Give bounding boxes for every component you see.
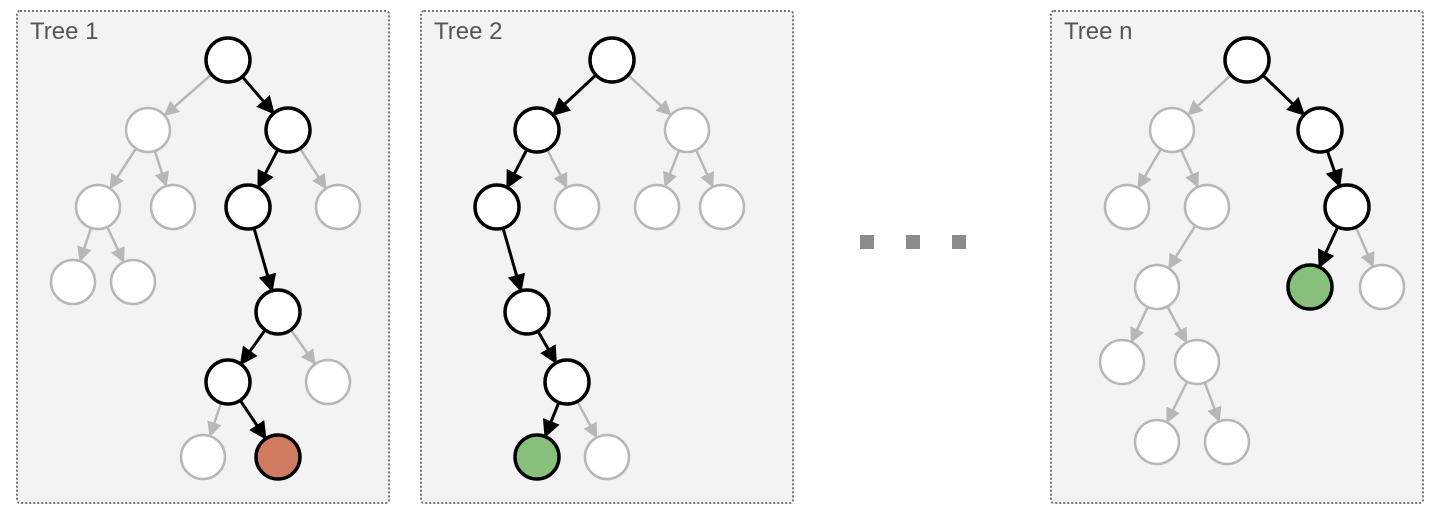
tree-node <box>1150 108 1194 152</box>
tree-node <box>151 185 195 229</box>
ellipsis-dots <box>860 235 966 249</box>
tree-node-active <box>545 360 589 404</box>
tree-node <box>306 360 350 404</box>
tree-edge <box>628 75 669 114</box>
tree-node <box>1185 185 1229 229</box>
tree-edge <box>1320 227 1338 265</box>
tree-node-active <box>1298 108 1342 152</box>
tree-node-leaf-green <box>1288 265 1332 309</box>
tree-node <box>1105 185 1149 229</box>
tree-edge <box>1181 150 1197 185</box>
tree-node-active <box>256 290 300 334</box>
tree-edge <box>1132 307 1148 340</box>
tree-panel-n: Tree n <box>1050 10 1424 504</box>
tree-node-active <box>206 38 250 82</box>
tree-node <box>665 108 709 152</box>
tree-edge <box>577 401 595 435</box>
tree-node <box>181 435 225 479</box>
tree-edge <box>666 150 679 184</box>
tree-panel-2: Tree 2 <box>420 10 794 504</box>
tree-edge <box>1327 151 1339 185</box>
ellipsis-dot-icon <box>906 235 920 249</box>
tree-node <box>1135 265 1179 309</box>
tree-node <box>1205 420 1249 464</box>
tree-node <box>1175 340 1219 384</box>
tree-panel-1: Tree 1 <box>16 10 390 504</box>
tree-node <box>111 260 155 304</box>
tree-node <box>700 185 744 229</box>
tree-node <box>635 185 679 229</box>
tree-edge <box>211 403 221 434</box>
tree-edge <box>1356 227 1373 265</box>
tree-edge <box>503 228 520 289</box>
tree-node-leaf-green <box>515 435 559 479</box>
tree-node-active <box>226 185 270 229</box>
tree-edge <box>1139 149 1161 186</box>
tree-node <box>76 185 120 229</box>
tree-edge <box>1205 383 1219 420</box>
tree-edge <box>291 330 314 363</box>
tree-edge <box>155 151 166 184</box>
ellipsis-dot-icon <box>860 235 874 249</box>
tree-node-active <box>515 108 559 152</box>
tree-node <box>51 260 95 304</box>
tree-edge <box>242 330 265 363</box>
tree-edge <box>555 75 596 114</box>
tree-edge <box>1190 75 1231 114</box>
tree-edge <box>107 227 123 260</box>
tree-edge <box>242 77 272 112</box>
tree-edge <box>696 150 712 185</box>
ellipsis-dot-icon <box>952 235 966 249</box>
tree-node <box>1135 420 1179 464</box>
tree-edge <box>254 228 271 289</box>
tree-edge <box>1167 306 1185 340</box>
tree-node-active <box>266 108 310 152</box>
tree-node-active <box>475 185 519 229</box>
tree-edge <box>1170 226 1196 267</box>
tree-edge <box>259 150 278 186</box>
tree-edge <box>81 228 91 259</box>
tree-edge <box>300 148 325 186</box>
tree-node-leaf-red <box>256 435 300 479</box>
tree-node-active <box>1325 185 1369 229</box>
tree-node <box>1360 265 1404 309</box>
tree-edge <box>508 150 527 186</box>
tree-svg-2 <box>422 12 792 502</box>
tree-node <box>555 185 599 229</box>
tree-svg-1 <box>18 12 388 502</box>
tree-edge <box>166 74 211 114</box>
tree-edge <box>240 400 264 437</box>
tree-edge <box>1168 382 1187 421</box>
diagram-stage: Tree 1 Tree 2 Tree n <box>0 0 1440 520</box>
tree-node-active <box>206 360 250 404</box>
tree-edge <box>538 331 555 361</box>
tree-node-active <box>505 290 549 334</box>
tree-node <box>316 185 360 229</box>
tree-node <box>1100 340 1144 384</box>
tree-edge <box>547 150 566 186</box>
tree-node-active <box>590 38 634 82</box>
tree-node-active <box>1225 38 1269 82</box>
tree-edge <box>1263 75 1303 113</box>
tree-node <box>126 108 170 152</box>
tree-edge <box>546 402 559 434</box>
tree-svg-n <box>1052 12 1422 502</box>
tree-edge <box>111 148 136 186</box>
tree-node <box>585 435 629 479</box>
